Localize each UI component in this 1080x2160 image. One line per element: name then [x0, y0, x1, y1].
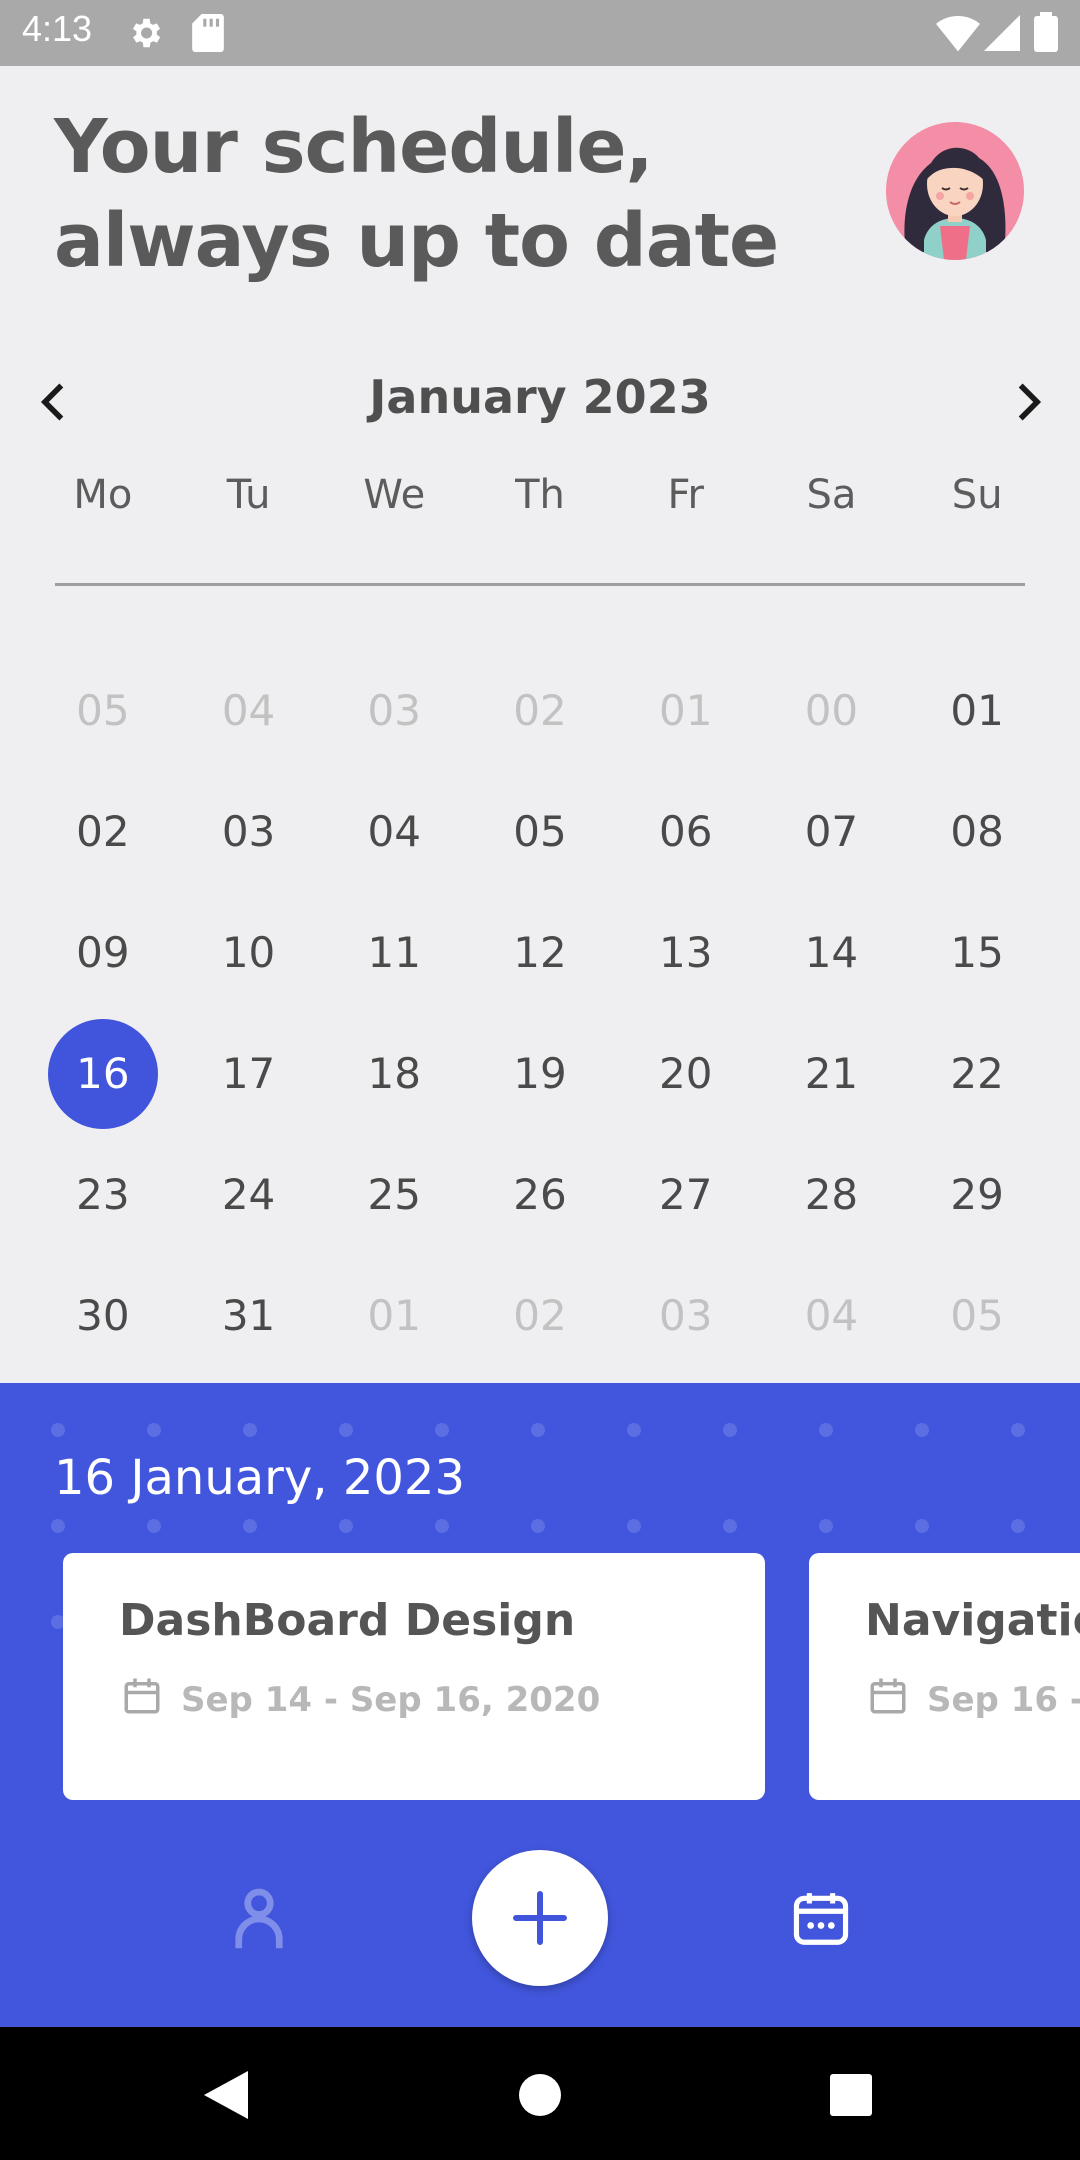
event-title: Navigation	[865, 1595, 1080, 1646]
calendar-day[interactable]: 18	[321, 1013, 467, 1134]
status-bar: 4:13	[0, 0, 1080, 66]
calendar-day[interactable]: 30	[30, 1255, 176, 1376]
calendar-grid: 05 04 03 02 01 00 01 02 03 04 05 06 07 0…	[30, 650, 1050, 1376]
previous-month-button[interactable]	[32, 378, 76, 426]
event-title: DashBoard Design	[119, 1595, 576, 1646]
recents-button[interactable]	[830, 2074, 872, 2120]
system-navigation-bar	[0, 2027, 1080, 2160]
calendar-day[interactable]: 20	[613, 1013, 759, 1134]
divider	[55, 583, 1025, 586]
avatar-illustration	[886, 122, 1024, 260]
next-month-button[interactable]	[1006, 378, 1050, 426]
calendar-day[interactable]: 02	[30, 771, 176, 892]
page-title: Your schedule, always up to date	[54, 100, 814, 288]
calendar-day[interactable]: 31	[176, 1255, 322, 1376]
calendar-day[interactable]: 09	[30, 892, 176, 1013]
calendar-day[interactable]: 14	[759, 892, 905, 1013]
weekday-label: Su	[951, 472, 1003, 518]
month-label: January 2023	[369, 370, 711, 424]
calendar-day[interactable]: 08	[904, 771, 1050, 892]
calendar-day[interactable]: 02	[467, 1255, 613, 1376]
calendar-day[interactable]: 17	[176, 1013, 322, 1134]
calendar-day[interactable]: 03	[613, 1255, 759, 1376]
recents-square-icon	[830, 2074, 872, 2116]
calendar-nav-button[interactable]	[790, 1888, 852, 1950]
avatar[interactable]	[886, 122, 1024, 260]
home-button[interactable]	[519, 2074, 561, 2120]
calendar-day[interactable]: 05	[30, 650, 176, 771]
weekday-header: Mo Tu We Th Fr Sa Su	[30, 472, 1050, 532]
calendar-day[interactable]: 23	[30, 1134, 176, 1255]
event-card[interactable]: Navigation Sep 16 - S	[809, 1553, 1080, 1800]
profile-nav-button[interactable]	[232, 1887, 286, 1951]
event-dates: Sep 16 - S	[927, 1680, 1080, 1720]
status-time: 4:13	[22, 8, 93, 49]
calendar-day[interactable]: 01	[613, 650, 759, 771]
back-triangle-icon	[204, 2071, 248, 2119]
calendar-day[interactable]: 03	[321, 650, 467, 771]
page-title-line-1: Your schedule,	[54, 104, 654, 190]
calendar-day[interactable]: 22	[904, 1013, 1050, 1134]
calendar-day[interactable]: 24	[176, 1134, 322, 1255]
calendar-day[interactable]: 04	[321, 771, 467, 892]
settings-icon	[126, 14, 164, 56]
calendar-day[interactable]: 01	[904, 650, 1050, 771]
month-navigation: January 2023	[0, 360, 1080, 440]
calendar-day[interactable]: 00	[759, 650, 905, 771]
event-dates: Sep 14 - Sep 16, 2020	[181, 1680, 601, 1720]
calendar-day[interactable]: 13	[613, 892, 759, 1013]
calendar-day[interactable]: 29	[904, 1134, 1050, 1255]
calendar-day[interactable]: 26	[467, 1134, 613, 1255]
event-card[interactable]: DashBoard Design Sep 14 - Sep 16, 2020	[63, 1553, 765, 1800]
calendar-day[interactable]: 19	[467, 1013, 613, 1134]
calendar-day[interactable]: 04	[176, 650, 322, 771]
calendar-day[interactable]: 01	[321, 1255, 467, 1376]
calendar-day[interactable]: 02	[467, 650, 613, 771]
sd-card-icon	[192, 14, 224, 56]
weekday-label: Th	[515, 472, 565, 518]
back-button[interactable]	[204, 2071, 248, 2123]
calendar-day[interactable]: 21	[759, 1013, 905, 1134]
calendar-day[interactable]: 04	[759, 1255, 905, 1376]
calendar-day[interactable]: 15	[904, 892, 1050, 1013]
calendar-day[interactable]: 05	[467, 771, 613, 892]
calendar-day[interactable]: 28	[759, 1134, 905, 1255]
calendar-day[interactable]: 11	[321, 892, 467, 1013]
add-event-button[interactable]	[472, 1850, 608, 1986]
weekday-label: We	[363, 472, 426, 518]
calendar-day[interactable]: 25	[321, 1134, 467, 1255]
calendar-day[interactable]: 06	[613, 771, 759, 892]
calendar-day-selected[interactable]: 16	[30, 1013, 176, 1134]
chevron-right-icon	[1018, 383, 1042, 421]
calendar-day[interactable]: 03	[176, 771, 322, 892]
calendar-icon	[121, 1673, 163, 1723]
signal-icon	[984, 14, 1020, 56]
calendar-icon	[793, 1893, 849, 1945]
weekday-label: Tu	[226, 472, 271, 518]
weekday-label: Fr	[667, 472, 704, 518]
calendar-icon	[867, 1673, 909, 1723]
weekday-label: Sa	[806, 472, 857, 518]
calendar-day[interactable]: 05	[904, 1255, 1050, 1376]
calendar-day[interactable]: 10	[176, 892, 322, 1013]
wifi-icon	[936, 14, 980, 56]
home-circle-icon	[519, 2074, 561, 2116]
weekday-label: Mo	[73, 472, 133, 518]
calendar-day[interactable]: 27	[613, 1134, 759, 1255]
calendar-day[interactable]: 07	[759, 771, 905, 892]
events-panel: 16 January, 2023 DashBoard Design Sep 14…	[0, 1383, 1080, 2027]
calendar-day[interactable]: 12	[467, 892, 613, 1013]
person-icon	[235, 1888, 283, 1949]
chevron-left-icon	[40, 383, 64, 421]
plus-icon	[513, 1891, 567, 1945]
selected-date-label: 16 January, 2023	[54, 1450, 465, 1506]
battery-icon	[1034, 12, 1058, 56]
page-title-line-2: always up to date	[54, 198, 779, 284]
